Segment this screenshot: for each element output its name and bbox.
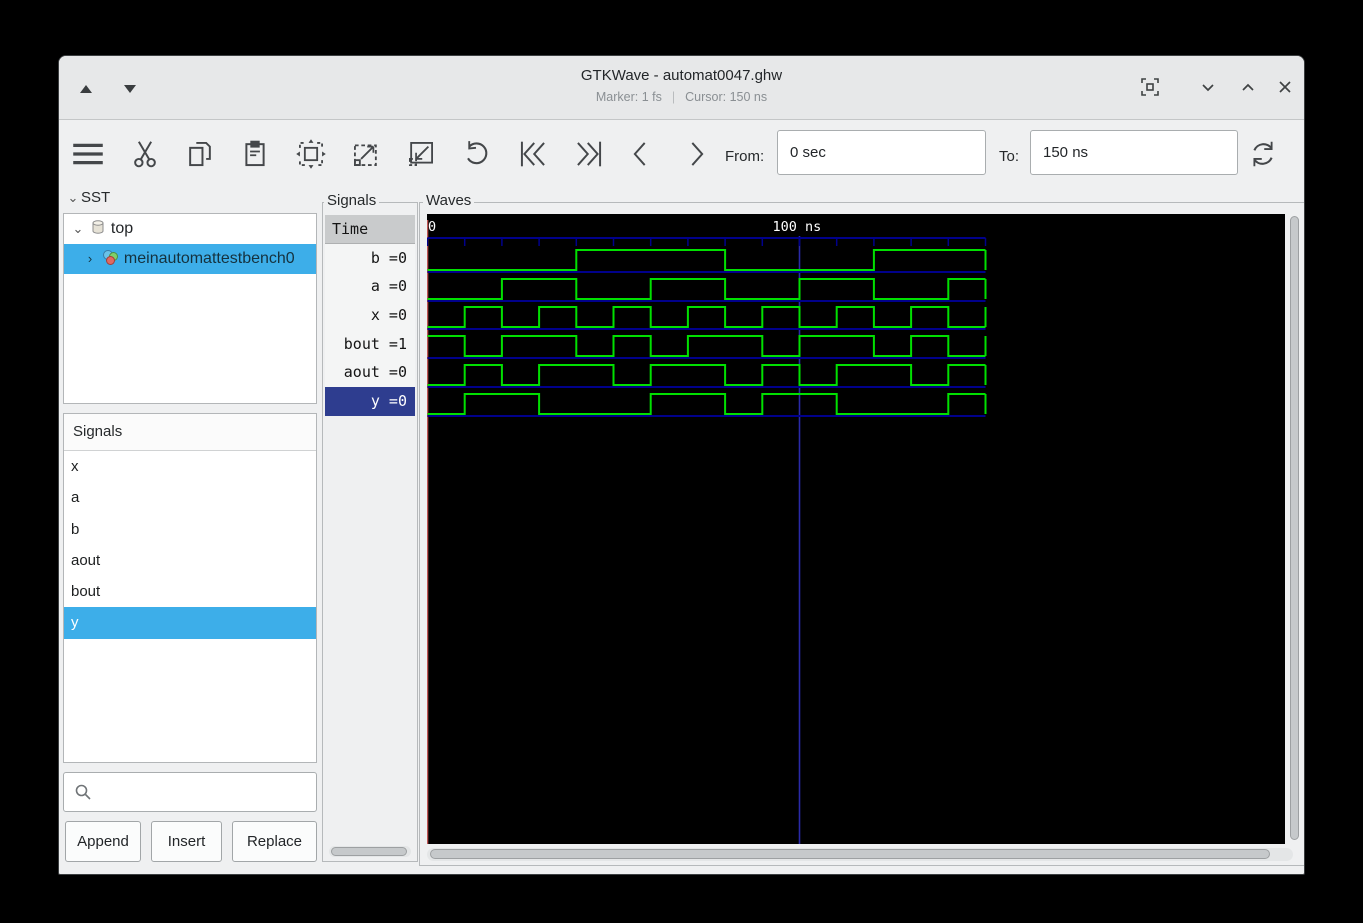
sst-tree: ⌄ top › meinautomattestbench0 bbox=[63, 213, 317, 404]
prev-edge-button[interactable] bbox=[625, 138, 657, 170]
fit-icon bbox=[1137, 74, 1163, 100]
list-item[interactable]: x bbox=[64, 451, 316, 482]
waves-vscrollbar[interactable] bbox=[1289, 214, 1300, 844]
copy-button[interactable] bbox=[184, 138, 216, 170]
cursor-status: Cursor: 150 ns bbox=[685, 90, 767, 104]
signal-value-row[interactable]: x =0 bbox=[325, 301, 415, 330]
signal-value-row[interactable]: a =0 bbox=[325, 272, 415, 301]
scrollbar-thumb[interactable] bbox=[430, 849, 1270, 859]
menu-icon bbox=[72, 138, 104, 170]
sst-header[interactable]: ⌄SST bbox=[65, 189, 110, 207]
subtitle-separator: | bbox=[672, 90, 675, 104]
minimize-button[interactable] bbox=[1195, 74, 1221, 100]
zoom-in-icon bbox=[350, 138, 382, 170]
chevron-down-icon bbox=[1195, 74, 1221, 100]
svg-text:0: 0 bbox=[428, 219, 436, 235]
module-cylinder-icon bbox=[90, 219, 106, 235]
chevron-right-icon bbox=[680, 138, 712, 170]
zoom-fit-icon bbox=[295, 138, 327, 170]
marker-status: Marker: 1 fs bbox=[596, 90, 662, 104]
wave-canvas[interactable]: 0 100 ns bbox=[427, 214, 1285, 844]
list-item[interactable]: aout bbox=[64, 545, 316, 576]
list-item[interactable]: a bbox=[64, 482, 316, 513]
scissors-icon bbox=[129, 138, 161, 170]
tree-node-top[interactable]: ⌄ top bbox=[64, 214, 316, 244]
list-item[interactable]: bout bbox=[64, 576, 316, 607]
expander-down-icon: ⌄ bbox=[70, 214, 86, 244]
close-button[interactable] bbox=[1272, 74, 1298, 100]
titlebar[interactable]: GTKWave - automat0047.ghw Marker: 1 fs | C… bbox=[59, 56, 1304, 120]
waves-panel-title: Waves bbox=[423, 192, 474, 209]
signal-search bbox=[63, 772, 317, 812]
signal-value-row[interactable]: aout =0 bbox=[325, 358, 415, 387]
search-input[interactable] bbox=[98, 774, 313, 810]
to-label: To: bbox=[999, 148, 1019, 165]
window-title: GTKWave - automat0047.ghw bbox=[59, 67, 1304, 84]
wave-svg: 0 100 ns bbox=[427, 214, 1285, 844]
menu-button[interactable] bbox=[72, 138, 104, 170]
skip-to-end-icon bbox=[573, 138, 605, 170]
copy-icon bbox=[184, 138, 216, 170]
insert-button[interactable]: Insert bbox=[151, 821, 222, 862]
zoom-out-button[interactable] bbox=[405, 138, 437, 170]
expander-down-icon: ⌄ bbox=[65, 190, 81, 206]
signals-panel: Time b =0 a =0 x =0 bout =1 aout =0 y =0 bbox=[322, 202, 418, 862]
undo-button[interactable] bbox=[460, 138, 492, 170]
search-icon bbox=[74, 783, 92, 801]
next-edge-button[interactable] bbox=[680, 138, 712, 170]
from-label: From: bbox=[725, 148, 764, 165]
list-item-selected[interactable]: y bbox=[64, 607, 316, 638]
signal-value-row-selected[interactable]: y =0 bbox=[325, 387, 415, 416]
fit-window-button[interactable] bbox=[1137, 74, 1163, 100]
signal-value-row[interactable]: b =0 bbox=[325, 244, 415, 273]
scrollbar-thumb[interactable] bbox=[1290, 216, 1299, 840]
time-header-cell[interactable]: Time bbox=[325, 215, 415, 244]
signals-panel-rows: Time b =0 a =0 x =0 bout =1 aout =0 y =0 bbox=[325, 215, 415, 416]
zoom-out-icon bbox=[405, 138, 437, 170]
toolbar: From: To: bbox=[59, 121, 1304, 187]
go-to-end-button[interactable] bbox=[573, 138, 605, 170]
signals-panel-title: Signals bbox=[324, 192, 379, 209]
svg-text:100 ns: 100 ns bbox=[773, 219, 822, 235]
tree-node-testbench[interactable]: › meinautomattestbench0 bbox=[64, 244, 316, 274]
replace-button[interactable]: Replace bbox=[232, 821, 317, 862]
facs-list-header[interactable]: Signals bbox=[64, 414, 316, 451]
go-to-start-button[interactable] bbox=[517, 138, 549, 170]
to-input[interactable] bbox=[1030, 130, 1238, 175]
window-subtitle: Marker: 1 fs | Cursor: 150 ns bbox=[59, 90, 1304, 104]
zoom-fit-button[interactable] bbox=[295, 138, 327, 170]
gtkwave-window: GTKWave - automat0047.ghw Marker: 1 fs | C… bbox=[58, 55, 1305, 875]
maximize-button[interactable] bbox=[1235, 74, 1261, 100]
paste-button[interactable] bbox=[239, 138, 271, 170]
skip-to-start-icon bbox=[517, 138, 549, 170]
chevron-left-icon bbox=[625, 138, 657, 170]
testbench-icon bbox=[102, 249, 119, 266]
reload-icon bbox=[1247, 138, 1279, 170]
zoom-in-button[interactable] bbox=[350, 138, 382, 170]
append-button[interactable]: Append bbox=[65, 821, 141, 862]
waves-hscrollbar[interactable] bbox=[427, 848, 1293, 861]
from-input[interactable] bbox=[777, 130, 986, 175]
waves-panel: 0 100 ns bbox=[419, 202, 1305, 866]
undo-icon bbox=[460, 138, 492, 170]
signals-panel-hscrollbar[interactable] bbox=[329, 846, 411, 857]
expander-right-icon: › bbox=[82, 244, 98, 274]
cut-button[interactable] bbox=[129, 138, 161, 170]
reload-button[interactable] bbox=[1247, 138, 1279, 170]
signal-value-row[interactable]: bout =1 bbox=[325, 330, 415, 359]
scrollbar-thumb[interactable] bbox=[331, 847, 407, 856]
close-icon bbox=[1272, 74, 1298, 100]
list-item[interactable]: b bbox=[64, 514, 316, 545]
facs-list: Signals x a b aout bout y bbox=[63, 413, 317, 763]
clipboard-icon bbox=[239, 138, 271, 170]
chevron-up-icon bbox=[1235, 74, 1261, 100]
